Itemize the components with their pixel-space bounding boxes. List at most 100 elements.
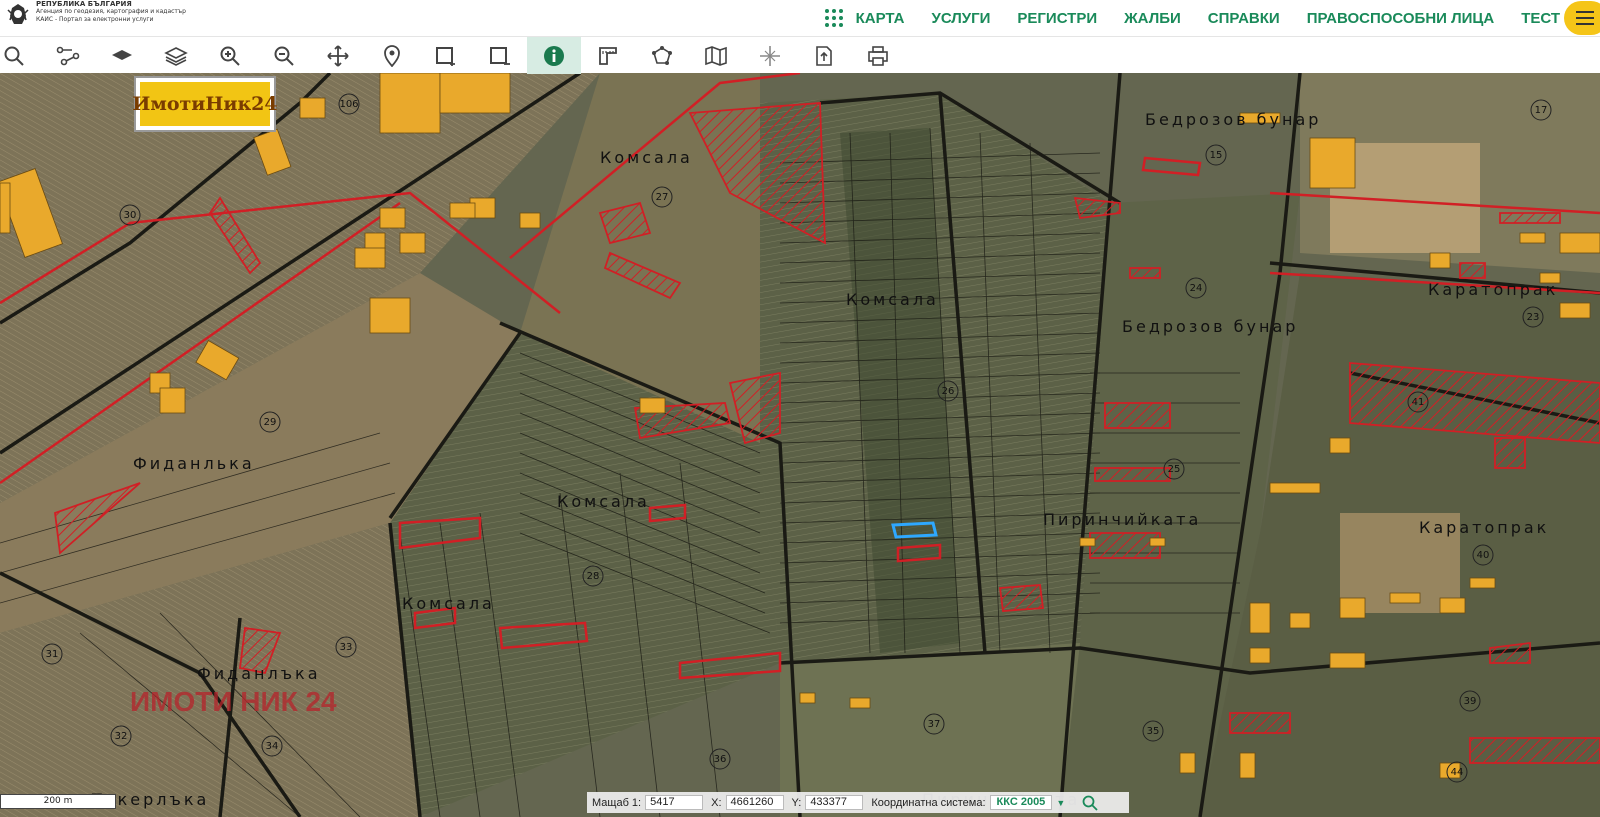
scale-input[interactable]: 5417 — [645, 795, 704, 810]
map-icon — [705, 45, 727, 66]
watermark-text: ИМОТИ НИК 24 — [130, 686, 337, 717]
watermark-logo-text: ИмотиНик24 — [132, 82, 278, 126]
export-icon — [816, 45, 832, 66]
x-coordinate-input[interactable]: 4661260 — [725, 795, 784, 810]
place-name-label: Пиринчийката — [1043, 510, 1201, 529]
parcel-number-label: 33 — [340, 642, 353, 653]
layer-tool[interactable] — [95, 37, 149, 74]
place-name-label: Комсала — [846, 290, 939, 309]
parcel-number-label: 28 — [587, 571, 600, 582]
scale-label: Мащаб 1: — [592, 796, 642, 809]
place-name-label: Каратопрак — [1419, 518, 1549, 537]
parcel-number-label: 24 — [1190, 283, 1203, 294]
polygon-tool[interactable] — [635, 37, 689, 74]
location-pin-icon — [384, 44, 400, 67]
org-line-1: РЕПУБЛИКА БЪЛГАРИЯ — [36, 0, 132, 8]
parcel-number-label: 35 — [1147, 726, 1160, 737]
place-name-label: Комсала — [557, 492, 650, 511]
map-view-tool[interactable] — [689, 37, 743, 74]
main-nav: КАРТА УСЛУГИ РЕГИСТРИ ЖАЛБИ СПРАВКИ ПРАВ… — [824, 0, 1560, 36]
zoom-out-icon — [274, 46, 294, 66]
parcel-number-label: 37 — [928, 719, 941, 730]
search-icon — [4, 46, 24, 66]
zoom-in-tool[interactable] — [203, 37, 257, 74]
parcel-number-label: 27 — [656, 192, 669, 203]
coat-of-arms-logo[interactable] — [4, 2, 32, 28]
y-label: Y: — [791, 796, 802, 809]
watermark-logo: ИмотиНик24 — [132, 76, 278, 132]
parcel-number-label: 25 — [1168, 464, 1181, 475]
polygon-icon — [652, 45, 672, 65]
search-tool[interactable] — [0, 37, 41, 74]
nav-item-registers[interactable]: РЕГИСТРИ — [1017, 10, 1097, 27]
route-tool[interactable] — [41, 37, 95, 74]
place-name-label: Комсала — [402, 594, 495, 613]
pan-tool[interactable] — [311, 37, 365, 74]
nav-item-map[interactable]: КАРТА — [856, 10, 905, 27]
nav-item-complaints[interactable]: ЖАЛБИ — [1124, 10, 1181, 27]
parcel-number-label: 31 — [46, 649, 59, 660]
org-line-3: КАИС - Портал за електронни услуги — [36, 16, 154, 23]
search-icon[interactable] — [1082, 795, 1098, 811]
export-tool[interactable] — [797, 37, 851, 74]
layer-icon — [112, 49, 132, 60]
org-name: РЕПУБЛИКА БЪЛГАРИЯ Агенция по геодезия, … — [36, 0, 186, 24]
coordinate-system-select[interactable]: ККС 2005 — [989, 795, 1053, 810]
parcel-number-label: 26 — [942, 386, 955, 397]
layers-tool[interactable] — [149, 37, 203, 74]
nav-item-licensed-persons[interactable]: ПРАВОСПОСОБНИ ЛИЦА — [1307, 10, 1495, 27]
parcel-number-label: 29 — [264, 417, 277, 428]
measure-tool[interactable] — [581, 37, 635, 74]
map-toolbar — [0, 36, 1600, 74]
y-coordinate-input[interactable]: 433377 — [805, 795, 864, 810]
layers-icon — [164, 46, 188, 66]
parcel-number-label: 17 — [1535, 105, 1548, 116]
parcel-number-label: 39 — [1464, 696, 1477, 707]
app-header: РЕПУБЛИКА БЪЛГАРИЯ Агенция по геодезия, … — [0, 0, 1600, 36]
zoom-in-icon — [220, 46, 240, 66]
nav-item-test[interactable]: ТЕСТ — [1521, 10, 1560, 27]
coordinate-bar: Мащаб 1: 5417 X: 4661260 Y: 433377 Коорд… — [587, 792, 1129, 813]
x-label: X: — [711, 796, 722, 809]
rectangle-deselect-icon — [490, 46, 510, 65]
parcel-number-label: 15 — [1210, 150, 1223, 161]
apps-grid-icon[interactable] — [824, 8, 844, 28]
hamburger-menu-button[interactable] — [1564, 1, 1600, 35]
place-name-label: Бедрозов бунар — [1145, 110, 1321, 129]
print-icon — [868, 45, 888, 66]
parcel-number-label: 106 — [339, 99, 358, 110]
parcel-number-label: 34 — [266, 741, 279, 752]
cadastral-map[interactable]: 106 27 30 29 28 26 24 25 15 17 23 41 40 39 44 31 32 33 34 3… — [0, 73, 1600, 817]
rectangle-select-tool[interactable] — [419, 37, 473, 74]
info-tool[interactable] — [527, 37, 581, 74]
pan-icon — [327, 44, 349, 67]
nav-item-reports[interactable]: СПРАВКИ — [1208, 10, 1280, 27]
place-name-label: Бедрозов бунар — [1122, 317, 1298, 336]
place-name-label: Комсала — [600, 148, 693, 167]
measure-icon — [599, 46, 617, 65]
rectangle-deselect-tool[interactable] — [473, 37, 527, 74]
rectangle-select-icon — [436, 46, 455, 66]
route-icon — [56, 46, 80, 65]
coordinate-system-label: Координатна система: — [871, 796, 986, 809]
parcel-number-label: 36 — [714, 754, 727, 765]
scale-bar: 200 m — [0, 794, 116, 809]
crosshair-tool[interactable] — [743, 37, 797, 74]
place-name-label: Фиданлъка — [197, 664, 321, 683]
org-line-2: Агенция по геодезия, картография и кадас… — [36, 8, 186, 15]
parcel-number-label: 44 — [1451, 767, 1464, 778]
location-tool[interactable] — [365, 37, 419, 74]
parcel-number-label: 32 — [115, 731, 128, 742]
parcel-number-label: 23 — [1527, 312, 1540, 323]
info-icon — [544, 45, 564, 66]
map-canvas[interactable]: 106 27 30 29 28 26 24 25 15 17 23 41 40 39 44 31 32 33 34 3… — [0, 73, 1600, 817]
chevron-down-icon[interactable]: ▼ — [1056, 798, 1070, 808]
parcel-number-label: 30 — [124, 210, 137, 221]
parcel-number-label: 40 — [1477, 550, 1490, 561]
nav-item-services[interactable]: УСЛУГИ — [931, 10, 990, 27]
zoom-out-tool[interactable] — [257, 37, 311, 74]
crosshair-icon — [760, 45, 780, 66]
print-tool[interactable] — [851, 37, 905, 74]
parcel-number-label: 41 — [1412, 397, 1425, 408]
place-name-label: Каратопрак — [1428, 280, 1558, 299]
